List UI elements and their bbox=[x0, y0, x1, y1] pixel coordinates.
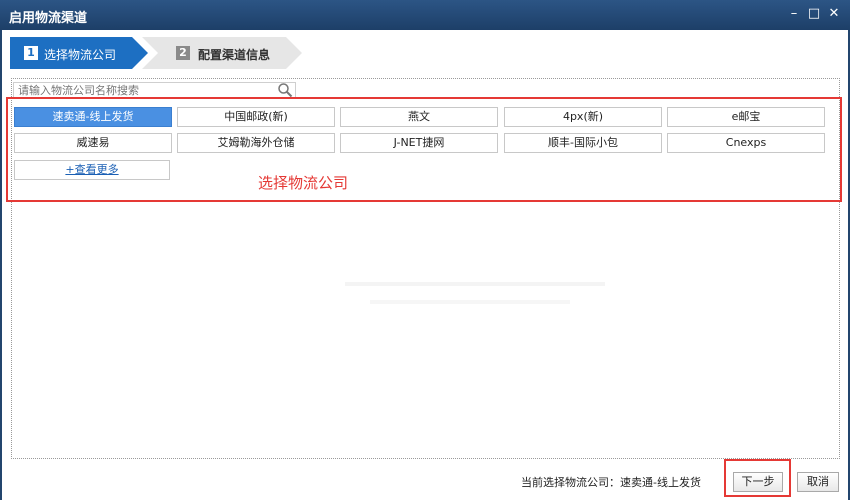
faint-placeholder bbox=[345, 282, 605, 286]
company-option[interactable]: 艾姆勒海外仓储 bbox=[177, 133, 335, 153]
current-selection-text: 当前选择物流公司：速卖通-线上发货 bbox=[521, 476, 701, 489]
title-bar: 启用物流渠道 – □ ✕ bbox=[0, 0, 850, 30]
window-border-left bbox=[0, 30, 2, 500]
faint-placeholder bbox=[370, 300, 570, 304]
company-option[interactable]: e邮宝 bbox=[667, 107, 825, 127]
company-option[interactable]: Cnexps bbox=[667, 133, 825, 153]
company-option[interactable]: 燕文 bbox=[340, 107, 498, 127]
company-option[interactable]: 速卖通-线上发货 bbox=[14, 107, 172, 127]
step-configure-channel[interactable]: 2 配置渠道信息 bbox=[142, 37, 302, 69]
company-option[interactable]: J-NET捷网 bbox=[340, 133, 498, 153]
step-select-company[interactable]: 1 选择物流公司 bbox=[10, 37, 148, 69]
company-option[interactable]: 中国邮政(新) bbox=[177, 107, 335, 127]
company-search bbox=[13, 82, 296, 98]
search-input[interactable] bbox=[18, 83, 268, 97]
minimize-icon[interactable]: – bbox=[786, 6, 802, 22]
step-label: 配置渠道信息 bbox=[198, 48, 271, 62]
step-label: 选择物流公司 bbox=[44, 48, 117, 62]
cancel-button[interactable]: 取消 bbox=[797, 472, 839, 492]
step-number: 1 bbox=[24, 46, 38, 60]
step-number: 2 bbox=[176, 46, 190, 60]
view-more-link[interactable]: +查看更多 bbox=[14, 160, 170, 180]
close-icon[interactable]: ✕ bbox=[826, 6, 842, 22]
annotation-label: 选择物流公司 bbox=[258, 174, 349, 192]
search-icon[interactable] bbox=[277, 82, 293, 98]
company-option[interactable]: 顺丰-国际小包 bbox=[504, 133, 662, 153]
company-option[interactable]: 4px(新) bbox=[504, 107, 662, 127]
maximize-icon[interactable]: □ bbox=[806, 6, 822, 22]
window-title: 启用物流渠道 bbox=[9, 11, 88, 26]
next-button-highlight bbox=[724, 459, 791, 497]
company-option[interactable]: 威速易 bbox=[14, 133, 172, 153]
